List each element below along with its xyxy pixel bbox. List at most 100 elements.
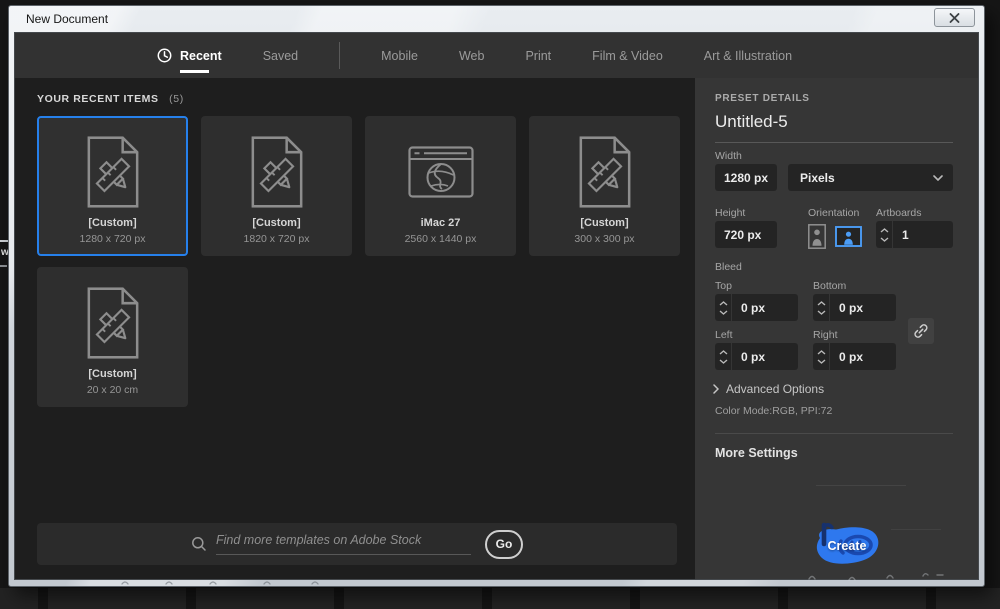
create-button[interactable]: Create <box>811 522 883 570</box>
chevron-up-icon <box>817 301 826 306</box>
tab-label: Mobile <box>381 49 418 63</box>
orientation-landscape-button[interactable] <box>834 225 862 247</box>
bleed-right-stepper: 0 px <box>813 343 896 370</box>
bleed-right-value[interactable]: 0 px <box>830 350 863 364</box>
chevron-down-icon <box>933 175 943 181</box>
faded-element <box>816 485 906 486</box>
link-bleed-values-button[interactable] <box>908 318 934 344</box>
tab-print[interactable]: Print <box>525 33 551 78</box>
template-name: [Custom] <box>252 217 300 229</box>
template-card-custom-1820x720[interactable]: [Custom] 1820 x 720 px <box>201 116 352 256</box>
bleed-bottom-stepper-buttons[interactable] <box>813 294 830 321</box>
bleed-top-label: Top <box>715 280 732 292</box>
chevron-right-icon <box>713 384 719 394</box>
link-icon <box>913 323 929 339</box>
adobe-stock-search-bar: Find more templates on Adobe Stock Go <box>37 523 677 565</box>
template-card-custom-300x300[interactable]: [Custom] 300 x 300 px <box>529 116 680 256</box>
artboards-stepper: 1 <box>876 221 953 248</box>
bleed-bottom-label: Bottom <box>813 280 846 292</box>
template-dimensions: 1820 x 720 px <box>244 233 310 245</box>
chevron-up-icon <box>880 228 889 233</box>
landscape-orientation-icon <box>835 226 862 247</box>
divider <box>715 142 953 143</box>
artboards-value[interactable]: 1 <box>893 228 909 242</box>
tab-mobile[interactable]: Mobile <box>381 33 418 78</box>
close-button[interactable] <box>934 8 975 27</box>
template-card-imac-27[interactable]: iMac 27 2560 x 1440 px <box>365 116 516 256</box>
tab-recent[interactable]: Recent <box>157 33 222 78</box>
background-template-grid <box>0 588 1000 609</box>
illustrator-document-icon <box>576 132 634 212</box>
template-dimensions: 2560 x 1440 px <box>405 233 477 245</box>
bleed-bottom-value[interactable]: 0 px <box>830 301 863 315</box>
web-browser-icon <box>408 132 474 212</box>
document-name-field[interactable]: Untitled-5 <box>715 112 788 132</box>
height-label: Height <box>715 207 745 219</box>
faded-element <box>891 529 941 530</box>
units-value: Pixels <box>800 171 835 185</box>
chevron-down-icon <box>817 359 826 364</box>
template-dimensions: 300 x 300 px <box>574 233 634 245</box>
search-icon <box>191 536 207 552</box>
close-icon <box>949 13 960 23</box>
height-input[interactable]: 720 px <box>715 221 777 248</box>
chevron-up-icon <box>719 301 728 306</box>
template-name: [Custom] <box>580 217 628 229</box>
tab-label: Saved <box>263 49 298 63</box>
dialog-title: New Document <box>26 12 108 26</box>
recent-items-section: YOUR RECENT ITEMS (5) [Custom] 1280 x 72… <box>15 78 699 579</box>
category-tabbar: Recent Saved Mobile Web Print Film & Vid… <box>15 33 978 78</box>
go-button[interactable]: Go <box>485 530 523 559</box>
bleed-left-stepper-buttons[interactable] <box>715 343 732 370</box>
units-dropdown[interactable]: Pixels <box>788 164 953 191</box>
chevron-down-icon <box>880 237 889 242</box>
tab-art-illustration[interactable]: Art & Illustration <box>704 33 792 78</box>
search-input[interactable]: Find more templates on Adobe Stock <box>216 533 471 555</box>
template-card-custom-20x20cm[interactable]: [Custom] 20 x 20 cm <box>37 267 188 407</box>
tab-label: Print <box>525 49 551 63</box>
artboards-label: Artboards <box>876 207 922 219</box>
template-name: iMac 27 <box>421 217 461 229</box>
template-name: [Custom] <box>88 217 136 229</box>
dialog-content: Recent Saved Mobile Web Print Film & Vid… <box>14 32 979 580</box>
advanced-options-toggle[interactable]: Advanced Options <box>713 382 824 396</box>
recent-items-heading-text: YOUR RECENT ITEMS <box>37 93 159 105</box>
bleed-bottom-stepper: 0 px <box>813 294 896 321</box>
create-button-label: Create <box>819 539 875 553</box>
chevron-down-icon <box>719 310 728 315</box>
more-settings-button[interactable]: More Settings <box>715 446 798 460</box>
width-input[interactable]: 1280 px <box>715 164 777 191</box>
bleed-left-value[interactable]: 0 px <box>732 350 765 364</box>
chevron-up-icon <box>817 350 826 355</box>
artboards-stepper-buttons[interactable] <box>876 221 893 248</box>
faint-scribble-marks <box>114 580 344 586</box>
bleed-right-stepper-buttons[interactable] <box>813 343 830 370</box>
tab-saved[interactable]: Saved <box>263 33 298 78</box>
portrait-orientation-icon <box>808 224 826 249</box>
tab-web[interactable]: Web <box>459 33 484 78</box>
color-mode-info: Color Mode:RGB, PPI:72 <box>715 405 832 417</box>
illustrator-document-icon <box>84 283 142 363</box>
orientation-portrait-button[interactable] <box>807 223 827 249</box>
bleed-left-stepper: 0 px <box>715 343 798 370</box>
bleed-top-stepper-buttons[interactable] <box>715 294 732 321</box>
illustrator-document-icon <box>84 132 142 212</box>
template-card-custom-1280x720[interactable]: [Custom] 1280 x 720 px <box>37 116 188 256</box>
dialog-titlebar[interactable]: New Document <box>9 6 984 32</box>
bleed-right-label: Right <box>813 329 838 341</box>
width-label: Width <box>715 150 742 162</box>
preset-details-panel: PRESET DETAILS Untitled-5 Width 1280 px … <box>695 78 978 579</box>
tab-film-video[interactable]: Film & Video <box>592 33 663 78</box>
template-name: [Custom] <box>88 368 136 380</box>
tab-divider <box>339 42 340 69</box>
orientation-label: Orientation <box>808 207 859 219</box>
recent-items-heading: YOUR RECENT ITEMS (5) <box>37 93 184 105</box>
tab-label: Art & Illustration <box>704 49 792 63</box>
recent-items-count: (5) <box>169 93 184 105</box>
chevron-down-icon <box>817 310 826 315</box>
advanced-options-label: Advanced Options <box>726 382 824 396</box>
bleed-top-stepper: 0 px <box>715 294 798 321</box>
tab-label: Film & Video <box>592 49 663 63</box>
bleed-top-value[interactable]: 0 px <box>732 301 765 315</box>
clock-icon <box>157 48 172 63</box>
